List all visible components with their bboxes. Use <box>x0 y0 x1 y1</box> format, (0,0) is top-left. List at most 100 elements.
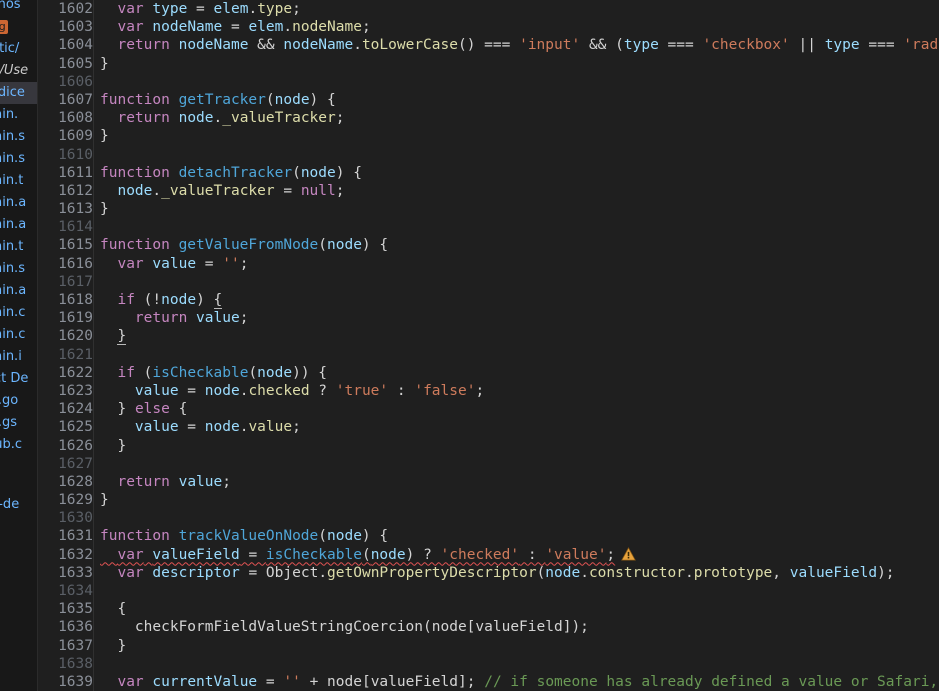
code-token: , <box>772 564 790 581</box>
code-line[interactable]: 1609} <box>38 127 939 145</box>
code-token: ; <box>292 1 301 17</box>
explorer-file-item[interactable]: ts.go <box>0 390 38 412</box>
code-line[interactable]: 1638 <box>38 655 939 673</box>
warning-triangle-icon[interactable] <box>621 546 637 561</box>
explorer-file-item[interactable]: nain. <box>0 104 38 126</box>
code-line[interactable]: 1614 <box>38 218 939 236</box>
code-token: . <box>318 564 328 581</box>
explorer-file-list[interactable]: alhos mg tatic/C:/Use índice nain. nain.s nain… <box>0 0 38 516</box>
line-number: 1607 <box>58 91 93 108</box>
code-token: value <box>152 255 197 272</box>
code-line[interactable]: 1620 } <box>38 327 939 346</box>
explorer-file-item[interactable]: nain.s <box>0 126 38 148</box>
code-line[interactable]: 1639 var currentValue = '' + node[valueF… <box>38 673 939 691</box>
code-line[interactable]: 1617 <box>38 273 939 291</box>
code-line[interactable]: 1632 var valueField = isCheckable(node) … <box>38 546 939 564</box>
code-line[interactable]: 1604 return nodeName && nodeName.toLower… <box>38 36 939 54</box>
code-line[interactable]: 1615 function getValueFromNode(node) { <box>38 236 939 254</box>
code-line[interactable]: 1612 node._valueTracker = null; <box>38 182 939 200</box>
code-line[interactable]: 1628 return value; <box>38 473 939 491</box>
code-line[interactable]: 1610 <box>38 146 939 164</box>
code-line[interactable]: 1616 var value = ''; <box>38 255 939 273</box>
code-line[interactable]: 1613} <box>38 200 939 218</box>
explorer-file-item[interactable]: nain.s <box>0 258 38 280</box>
code-token: var <box>117 673 144 690</box>
code-line[interactable]: 1636 checkFormFieldValueStringCoercion(n… <box>38 618 939 636</box>
explorer-file-item[interactable]: nain.t <box>0 236 38 258</box>
code-line-text: } <box>100 637 126 655</box>
line-number: 1634 <box>58 583 93 599</box>
code-token: else <box>134 401 170 418</box>
explorer-file-item[interactable]: mg <box>0 16 38 38</box>
code-token: valueField <box>475 619 563 636</box>
explorer-file-item[interactable]: ct-de <box>0 494 38 516</box>
code-line[interactable]: 1618 if (!node) { <box>38 291 939 309</box>
code-token: '' <box>222 255 240 272</box>
code-surface[interactable]: 1602 var type = elem.type; 1603 var nodeN… <box>38 0 939 691</box>
explorer-file-item[interactable]: nain.t <box>0 170 38 192</box>
code-token: ) ? <box>405 546 441 563</box>
code-editor-pane[interactable]: 1602 var type = elem.type; 1603 var nodeN… <box>38 0 939 691</box>
explorer-file-item[interactable]: nain.a <box>0 280 38 302</box>
code-line[interactable]: 1634 <box>38 582 939 600</box>
code-line[interactable]: 1627 <box>38 455 939 473</box>
explorer-file-item[interactable]: nain.a <box>0 214 38 236</box>
explorer-file-label: nain.c <box>0 327 26 342</box>
code-line[interactable]: 1606 <box>38 73 939 91</box>
explorer-file-item[interactable]: índice <box>0 82 38 104</box>
code-token: detachTracker <box>178 164 293 181</box>
code-token: checked <box>248 382 310 399</box>
code-line[interactable]: 1621 <box>38 346 939 364</box>
explorer-file-item[interactable]: act De <box>0 368 38 390</box>
explorer-file-item[interactable]: nain.a <box>0 192 38 214</box>
code-token: } <box>100 128 109 145</box>
code-line[interactable]: 1608 return node._valueTracker; <box>38 109 939 127</box>
code-line-text: var descriptor = Object.getOwnPropertyDe… <box>100 564 894 582</box>
code-line-text: checkFormFieldValueStringCoercion(node[v… <box>100 618 589 636</box>
code-line[interactable]: 1635 { <box>38 600 939 618</box>
explorer-file-label: nain.a <box>0 217 27 232</box>
explorer-file-item[interactable]: C:/Use <box>0 60 38 82</box>
code-line[interactable]: 1619 return value; <box>38 309 939 327</box>
code-line[interactable]: 1629} <box>38 491 939 509</box>
code-token: === <box>658 37 703 54</box>
code-line[interactable]: 1631 function trackValueOnNode(node) { <box>38 527 939 545</box>
explorer-file-item[interactable]: nain.c <box>0 324 38 346</box>
code-token: 'checked' <box>440 546 520 563</box>
explorer-file-label: nain.s <box>0 261 25 276</box>
code-token: currentValue <box>152 673 258 690</box>
code-line[interactable]: 1607 function getTracker(node) { <box>38 91 939 109</box>
explorer-file-label: ts.gs <box>0 415 18 430</box>
code-line[interactable]: 1625 value = node.value; <box>38 418 939 436</box>
code-token: ) { <box>335 164 362 181</box>
code-line[interactable]: 1626 } <box>38 437 939 455</box>
code-token: if <box>117 292 135 308</box>
code-token: . <box>684 564 694 581</box>
code-line[interactable]: 1624 } else { <box>38 400 939 418</box>
code-line[interactable]: 1605} <box>38 55 939 73</box>
code-line[interactable]: 1637 } <box>38 637 939 655</box>
code-token: var <box>117 546 144 563</box>
explorer-file-item[interactable]: nain.i <box>0 346 38 368</box>
code-line[interactable]: 1622 if (isCheckable(node)) { <box>38 364 939 382</box>
code-line[interactable]: 1603 var nodeName = elem.nodeName; <box>38 18 939 36</box>
explorer-file-item[interactable]: alhos <box>0 0 38 16</box>
explorer-file-item[interactable]: tatic/ <box>0 38 38 60</box>
explorer-file-item[interactable]: ts.gs <box>0 412 38 434</box>
code-line[interactable]: 1611 function detachTracker(node) { <box>38 164 939 182</box>
code-line[interactable]: 1623 value = node.checked ? 'true' : 'fa… <box>38 382 939 400</box>
explorer-file-item[interactable]: hub.c <box>0 434 38 456</box>
explorer-file-item[interactable]: nain.c <box>0 302 38 324</box>
code-line[interactable]: 1602 var type = elem.type; <box>38 0 939 18</box>
code-token: } <box>117 637 127 654</box>
code-token: . <box>580 564 589 581</box>
code-line[interactable]: 1633 var descriptor = Object.getOwnPrope… <box>38 564 939 582</box>
explorer-file-item[interactable]: nain.s <box>0 148 38 170</box>
explorer-sidebar[interactable]: alhos mg tatic/C:/Use índice nain. nain.s nain… <box>0 0 38 691</box>
code-token: node <box>300 164 336 181</box>
explorer-file-item[interactable]: ▮ <box>0 472 38 494</box>
code-line[interactable]: 1630 <box>38 509 939 527</box>
